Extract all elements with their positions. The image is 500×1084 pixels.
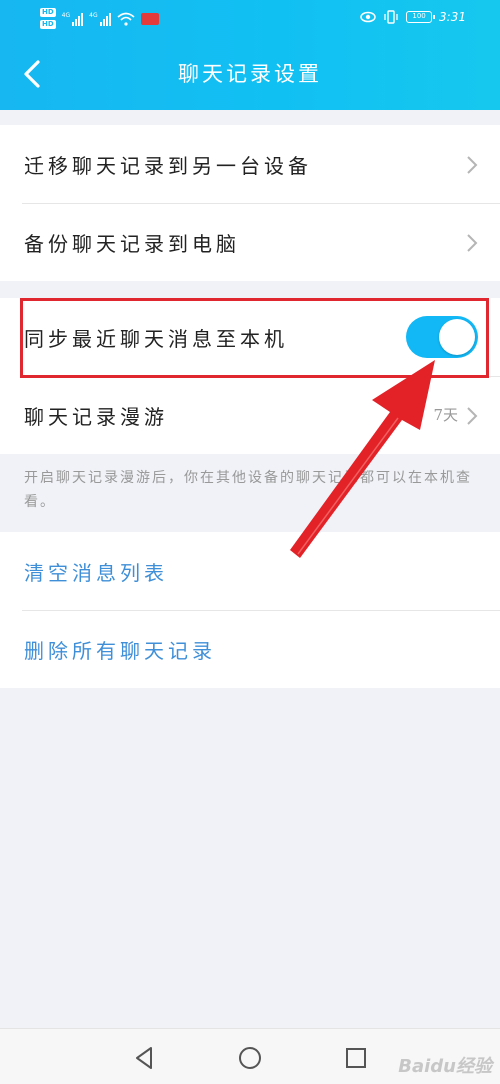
page-title: 聊天记录设置 [178,62,322,86]
signal-icon: 4G [89,12,111,26]
signal-icon: 4G [62,12,84,26]
notification-icon [140,12,159,25]
row-label: 清空消息列表 [24,560,168,585]
transfer-group: 迁移聊天记录到另一台设备 备份聊天记录到电脑 [0,125,500,281]
hd-badge: HD [40,8,56,17]
battery-icon: 100 [406,11,436,23]
status-bar: HD HD 4G 4G 100 3:31 [0,0,500,36]
watermark: Baidu经验 [398,1056,492,1077]
chevron-right-icon [467,156,478,174]
migrate-records-item[interactable]: 迁移聊天记录到另一台设备 [0,125,500,203]
vibrate-icon [384,10,398,24]
nav-recents-icon[interactable] [343,1045,369,1071]
backup-to-pc-item[interactable]: 备份聊天记录到电脑 [0,203,500,281]
nav-home-icon[interactable] [237,1045,263,1071]
eye-icon [360,11,376,23]
row-label: 聊天记录漫游 [24,404,168,429]
row-label: 删除所有聊天记录 [24,638,216,663]
annotation-arrow-icon [290,360,435,558]
wifi-icon [117,12,135,26]
chevron-right-icon [467,407,478,425]
delete-all-records-item[interactable]: 删除所有聊天记录 [0,610,500,688]
system-nav-bar: Baidu经验 [0,1028,500,1084]
chevron-right-icon [467,234,478,252]
hd-badge: HD [40,20,56,29]
nav-back-icon[interactable] [131,1045,157,1071]
top-header: HD HD 4G 4G 100 3:31 聊天记录设置 [0,0,500,110]
row-label: 备份聊天记录到电脑 [24,231,240,256]
clock: 3:31 [439,10,466,24]
row-label: 迁移聊天记录到另一台设备 [24,153,312,178]
